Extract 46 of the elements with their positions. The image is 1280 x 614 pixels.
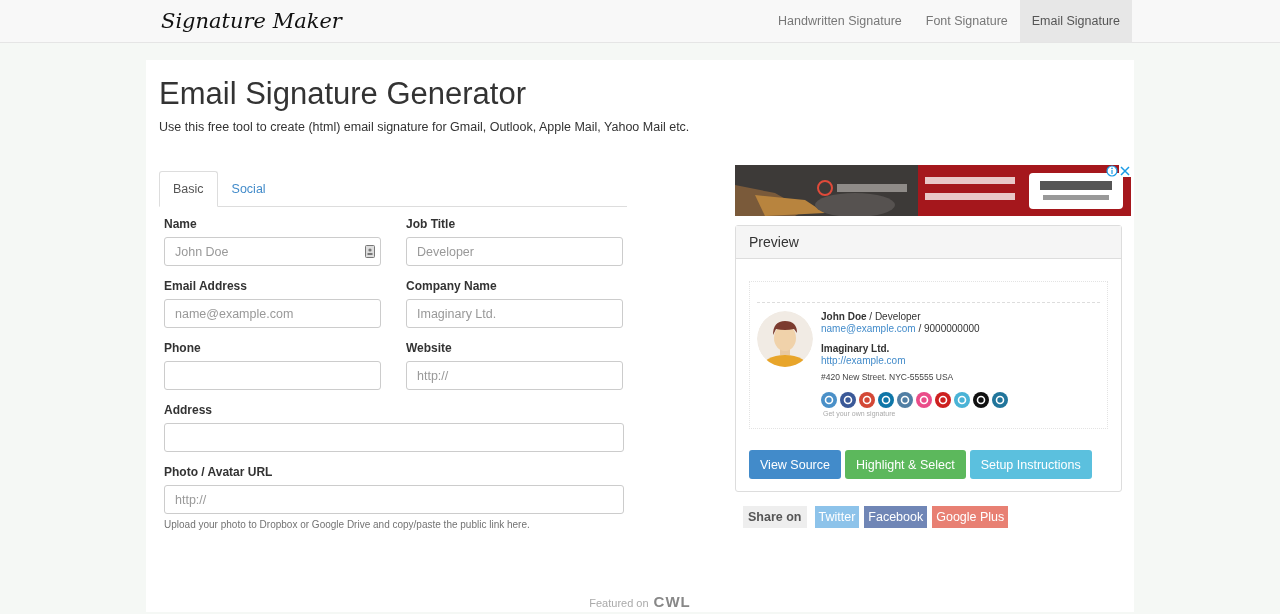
field-label: Name xyxy=(164,217,198,231)
input-field[interactable]: name@example.com xyxy=(164,299,381,328)
avatar-drawing xyxy=(757,311,813,367)
signature-job: / Developer xyxy=(868,311,921,322)
social-icon[interactable] xyxy=(973,392,989,408)
share-button[interactable]: Google Plus xyxy=(932,506,1009,528)
action-button[interactable]: Setup Instructions xyxy=(969,450,1092,479)
action-button[interactable]: Highlight & Select xyxy=(844,450,966,479)
action-button[interactable]: View Source xyxy=(749,450,841,479)
signature-name: John Doe xyxy=(821,311,867,322)
panel-title: Preview xyxy=(749,234,799,250)
tab[interactable]: Basic xyxy=(159,171,218,207)
brand-logo[interactable]: Signature Maker xyxy=(148,9,342,33)
input-field[interactable]: Imaginary Ltd. xyxy=(406,299,623,328)
featured-text: Featured on xyxy=(589,597,649,609)
share-label: Share on xyxy=(743,506,807,528)
website-link[interactable]: http://example.com xyxy=(821,355,906,366)
signature-address: #420 New Street. NYC-55555 USA xyxy=(821,372,954,382)
nav-link[interactable]: Email Signature xyxy=(1019,0,1132,42)
field-label: Phone xyxy=(164,341,202,355)
input-field[interactable] xyxy=(164,361,381,390)
field-label: Company Name xyxy=(406,279,498,293)
featured-logo[interactable]: CWL xyxy=(653,593,691,610)
field-label: Photo / Avatar URL xyxy=(164,465,274,479)
contact-card-icon[interactable] xyxy=(365,245,375,258)
nav-link[interactable]: Handwritten Signature xyxy=(766,0,914,42)
input-field[interactable]: http:// xyxy=(406,361,623,390)
field-label: Website xyxy=(406,341,453,355)
social-icon[interactable] xyxy=(840,392,856,408)
input-field[interactable]: John Doe xyxy=(164,237,381,266)
company-name: Imaginary Ltd. xyxy=(821,343,890,354)
page-title: Email Signature Generator xyxy=(159,75,528,112)
email-link[interactable]: name@example.com xyxy=(821,323,916,334)
input-field[interactable] xyxy=(164,423,624,452)
page-subtitle: Use this free tool to create (html) email signature for Gmail, Outlook, Apple Mail, Yahoo Mail etc. xyxy=(159,120,691,134)
signature-phone: / 9000000000 xyxy=(917,323,980,334)
help-text: Upload your photo to Dropbox or Google Drive and copy/paste the public link here. xyxy=(164,519,531,530)
input-field[interactable]: http:// xyxy=(164,485,624,514)
field-label: Address xyxy=(164,403,214,417)
share-button[interactable]: Facebook xyxy=(864,506,928,528)
nav-link[interactable]: Font Signature xyxy=(913,0,1020,42)
field-label: Email Address xyxy=(164,279,248,293)
tab[interactable]: Social xyxy=(217,171,280,207)
info-icon[interactable] xyxy=(1106,165,1118,177)
field-label: Job Title xyxy=(406,217,457,231)
input-field[interactable]: Developer xyxy=(406,237,623,266)
